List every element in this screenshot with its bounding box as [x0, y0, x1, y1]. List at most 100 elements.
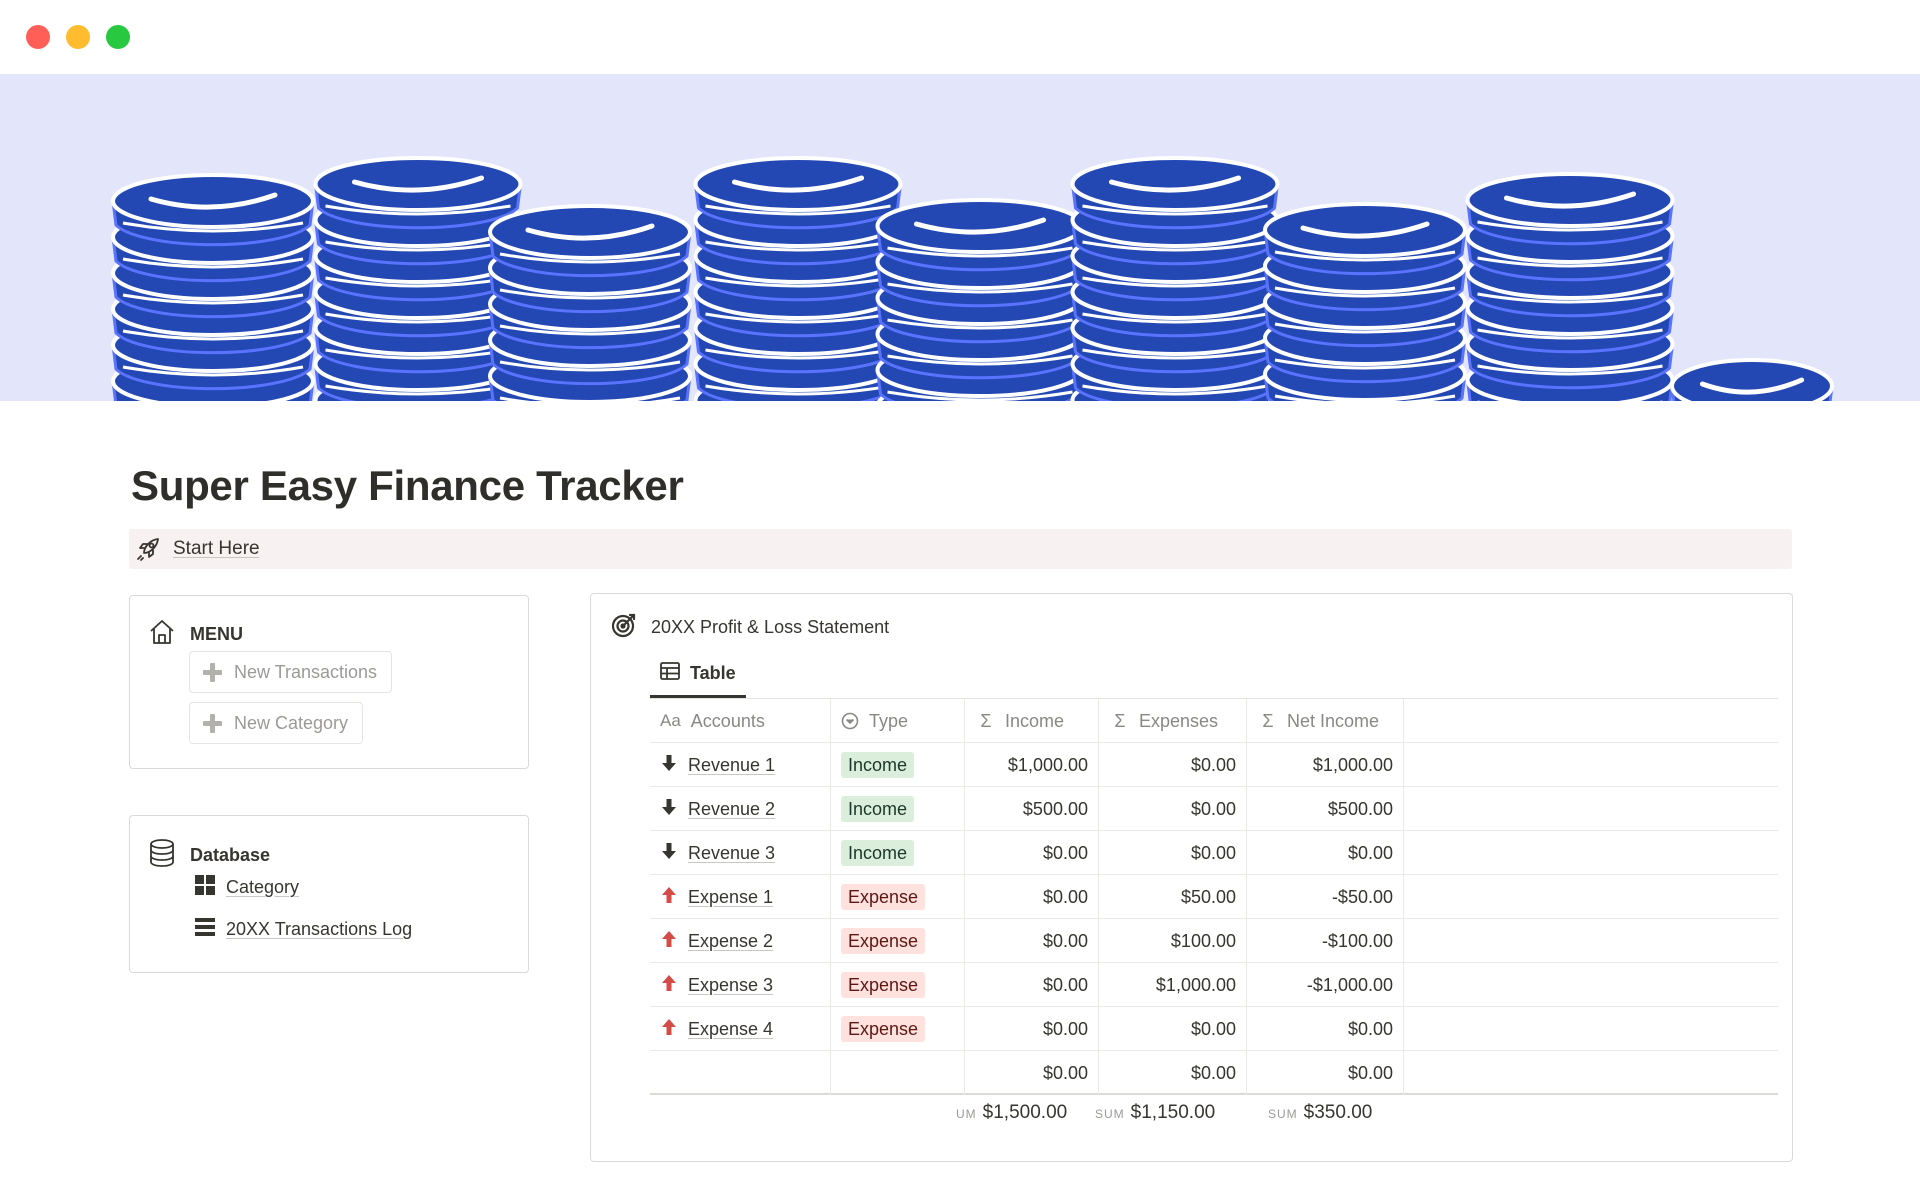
- net-income-sum[interactable]: SUM $350.00: [1268, 1102, 1372, 1124]
- account-cell[interactable]: Revenue 3: [650, 831, 831, 875]
- account-cell[interactable]: Revenue 2: [650, 787, 831, 831]
- table-row[interactable]: Expense 2 Expense $0.00 $100.00 -$100.00: [650, 919, 1778, 963]
- account-cell[interactable]: [650, 1051, 831, 1095]
- profit-loss-title[interactable]: 20XX Profit & Loss Statement: [611, 612, 889, 643]
- column-header-net-income[interactable]: Σ Net Income: [1247, 699, 1404, 743]
- rocket-icon: [133, 534, 163, 564]
- net-income-sum-value: $350.00: [1303, 1102, 1373, 1123]
- income-sum[interactable]: UM $1,500.00: [956, 1102, 1067, 1124]
- net-income-cell: $0.00: [1247, 831, 1404, 875]
- plus-icon: [202, 662, 222, 682]
- coin-stack: [1670, 358, 1834, 401]
- category-link-label: Category: [226, 877, 300, 897]
- new-transactions-button[interactable]: New Transactions: [189, 651, 393, 693]
- type-tag: Income: [841, 752, 915, 778]
- transactions-log-link-label: 20XX Transactions Log: [226, 919, 413, 939]
- column-header-label: Type: [869, 710, 909, 731]
- net-income-cell: -$50.00: [1247, 875, 1404, 919]
- account-cell[interactable]: Expense 1: [650, 875, 831, 919]
- account-name[interactable]: Expense 1: [688, 887, 773, 908]
- expenses-cell: $0.00: [1099, 743, 1247, 787]
- table-row[interactable]: Revenue 2 Income $500.00 $0.00 $500.00: [650, 787, 1778, 831]
- page-title[interactable]: Super Easy Finance Tracker: [131, 462, 684, 510]
- database-icon: [148, 838, 176, 873]
- close-window-button[interactable]: [26, 25, 50, 49]
- column-header-label: Expenses: [1139, 710, 1219, 731]
- type-cell[interactable]: Income: [831, 787, 965, 831]
- coin-stack: [1070, 156, 1280, 401]
- database-card: Database Category 20XX Transactions Log: [129, 815, 529, 973]
- type-cell[interactable]: Expense: [831, 963, 965, 1007]
- account-cell[interactable]: Expense 3: [650, 963, 831, 1007]
- tab-table-view[interactable]: Table: [650, 652, 746, 698]
- column-header-expenses[interactable]: Σ Expenses: [1099, 699, 1247, 743]
- account-name[interactable]: Revenue 1: [688, 755, 775, 776]
- plus-icon: [202, 713, 222, 733]
- column-header-income[interactable]: Σ Income: [965, 699, 1099, 743]
- income-cell: $0.00: [965, 831, 1099, 875]
- account-name[interactable]: Revenue 2: [688, 799, 775, 820]
- type-tag: Expense: [841, 928, 926, 954]
- expenses-sum[interactable]: SUM $1,150.00: [1095, 1102, 1215, 1124]
- category-link[interactable]: Category: [194, 874, 299, 901]
- profit-loss-title-label: 20XX Profit & Loss Statement: [651, 617, 890, 637]
- select-property-icon: [841, 712, 859, 730]
- start-here-link[interactable]: Start Here: [129, 529, 1792, 569]
- type-tag: Expense: [841, 1016, 926, 1042]
- profit-loss-card: 20XX Profit & Loss Statement Table Aa Ac…: [590, 593, 1793, 1162]
- account-name[interactable]: Expense 3: [688, 975, 773, 996]
- column-header-label: Net Income: [1287, 710, 1380, 731]
- column-header-label: Accounts: [690, 710, 765, 731]
- start-here-label: Start Here: [173, 538, 260, 559]
- type-cell[interactable]: Income: [831, 831, 965, 875]
- arrow-down-icon: [660, 798, 678, 821]
- type-cell[interactable]: Expense: [831, 875, 965, 919]
- new-category-button[interactable]: New Category: [189, 702, 364, 744]
- net-income-cell: $1,000.00: [1247, 743, 1404, 787]
- account-name[interactable]: Revenue 3: [688, 843, 775, 864]
- expenses-cell: $0.00: [1099, 1007, 1247, 1051]
- table-row[interactable]: Revenue 3 Income $0.00 $0.00 $0.00: [650, 831, 1778, 875]
- menu-card: MENU New Transactions New Category: [129, 595, 529, 769]
- account-cell[interactable]: Expense 4: [650, 1007, 831, 1051]
- income-cell: $1,000.00: [965, 743, 1099, 787]
- menu-header: MENU: [148, 618, 243, 651]
- menu-label: MENU: [190, 624, 243, 644]
- type-cell[interactable]: Expense: [831, 919, 965, 963]
- column-header-accounts[interactable]: Aa Accounts: [650, 699, 831, 743]
- type-cell[interactable]: Expense: [831, 1007, 965, 1051]
- account-cell[interactable]: Expense 2: [650, 919, 831, 963]
- transactions-log-link[interactable]: 20XX Transactions Log: [194, 916, 412, 943]
- expenses-cell: $0.00: [1099, 787, 1247, 831]
- expenses-sum-value: $1,150.00: [1130, 1102, 1216, 1123]
- table-row[interactable]: Revenue 1 Income $1,000.00 $0.00 $1,000.00: [650, 743, 1778, 787]
- type-cell[interactable]: [831, 1051, 965, 1095]
- net-income-cell: $500.00: [1247, 787, 1404, 831]
- page-cover-image[interactable]: [0, 74, 1920, 401]
- table-row[interactable]: Expense 3 Expense $0.00 $1,000.00 -$1,000.00: [650, 963, 1778, 1007]
- account-cell[interactable]: Revenue 1: [650, 743, 831, 787]
- formula-sigma-icon: Σ: [1114, 710, 1126, 731]
- account-name[interactable]: Expense 2: [688, 931, 773, 952]
- coin-stacks-illustration: [111, 156, 1834, 401]
- minimize-window-button[interactable]: [66, 25, 90, 49]
- coin-stack: [111, 173, 315, 401]
- new-category-label: New Category: [234, 712, 349, 733]
- coin-stack: [1465, 172, 1675, 401]
- account-name[interactable]: Expense 4: [688, 1019, 773, 1040]
- expenses-cell: $1,000.00: [1099, 963, 1247, 1007]
- database-label: Database: [190, 845, 271, 865]
- coin-stack: [313, 156, 523, 401]
- expenses-cell: $50.00: [1099, 875, 1247, 919]
- zoom-window-button[interactable]: [106, 25, 130, 49]
- type-tag: Expense: [841, 884, 926, 910]
- column-header-type[interactable]: Type: [831, 699, 965, 743]
- type-cell[interactable]: Income: [831, 743, 965, 787]
- blank-row[interactable]: $0.00 $0.00 $0.00: [650, 1051, 1778, 1095]
- income-cell: $0.00: [965, 963, 1099, 1007]
- window-titlebar: [0, 0, 1920, 74]
- table-row[interactable]: Expense 1 Expense $0.00 $50.00 -$50.00: [650, 875, 1778, 919]
- formula-sigma-icon: Σ: [1262, 710, 1274, 731]
- table-row[interactable]: Expense 4 Expense $0.00 $0.00 $0.00: [650, 1007, 1778, 1051]
- net-income-cell: $0.00: [1247, 1007, 1404, 1051]
